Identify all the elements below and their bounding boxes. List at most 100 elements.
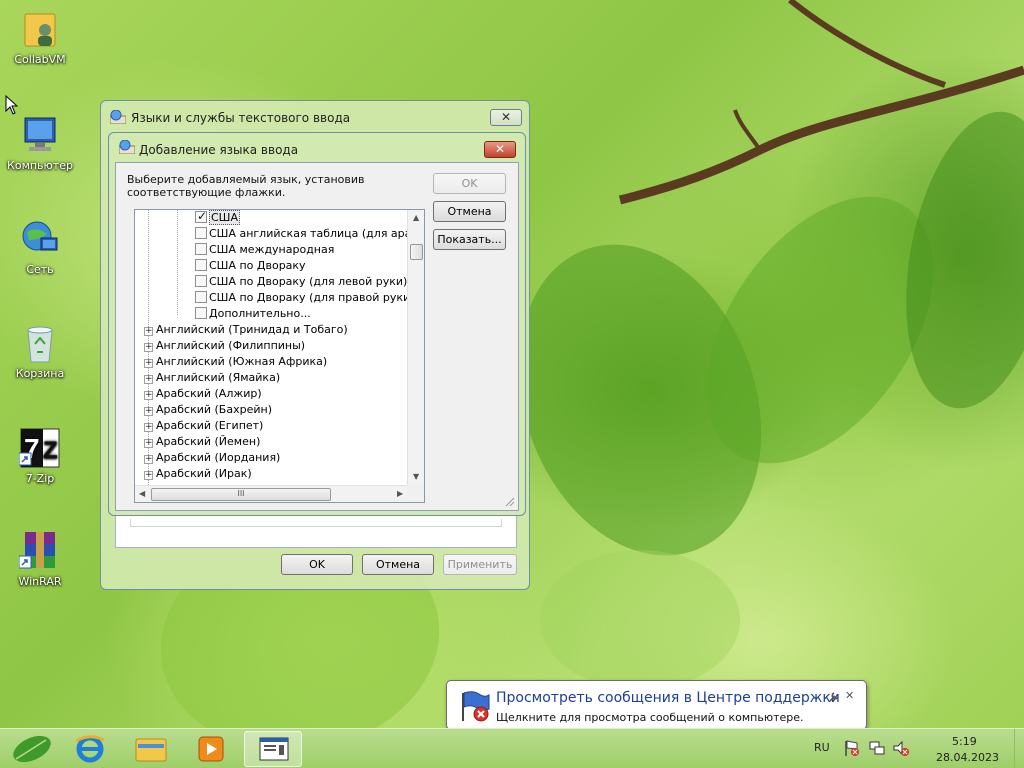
expand-icon[interactable]: + (144, 391, 153, 400)
clock-time[interactable]: 5:19 (952, 735, 977, 748)
input-language-indicator[interactable]: RU (814, 741, 830, 754)
language-label: Английский (Тринидад и Тобаго) (156, 323, 348, 336)
text-services-cancel-button[interactable]: Отмена (362, 554, 434, 575)
scroll-right-icon[interactable]: ▶ (397, 489, 403, 498)
taskbar-language-settings-window[interactable] (244, 731, 302, 767)
desktop-icon-label: Корзина (15, 367, 65, 380)
expand-icon[interactable]: + (144, 471, 153, 480)
instruction-text: Выберите добавляемый язык, установив соо… (127, 173, 365, 199)
layout-checkbox[interactable] (195, 243, 207, 255)
language-item[interactable]: + Арабский (Алжир) (144, 386, 262, 402)
horizontal-scroll-thumb[interactable]: III (151, 488, 331, 501)
desktop-icon-label: Сеть (26, 263, 54, 276)
taskbar-file-explorer[interactable] (122, 731, 180, 767)
language-item[interactable]: + Арабский (Йемен) (144, 434, 260, 450)
language-item[interactable]: + Арабский (Ирак) (144, 466, 252, 482)
tree-horizontal-scrollbar[interactable]: ◀ III ▶ (135, 485, 409, 502)
add-input-language-close-button[interactable]: ✕ (484, 141, 516, 158)
user-folder-icon (19, 8, 61, 50)
layout-item[interactable]: США по Двораку (для левой руки) (195, 274, 407, 290)
media-player-icon (198, 736, 224, 762)
expand-icon[interactable]: + (144, 407, 153, 416)
taskbar-media-player[interactable] (182, 731, 240, 767)
text-services-ok-button[interactable]: OK (281, 554, 353, 575)
tree-vertical-scrollbar[interactable]: ▲ ▼ (407, 210, 424, 487)
add-language-ok-button[interactable]: OK (433, 173, 506, 194)
add-language-cancel-button[interactable]: Отмена (433, 201, 506, 222)
expand-icon[interactable]: + (144, 327, 153, 336)
scroll-up-icon[interactable]: ▲ (413, 213, 419, 222)
desktop-icon-label: WinRAR (18, 575, 62, 588)
language-item[interactable]: + Арабский (Бахрейн) (144, 402, 272, 418)
expand-icon[interactable]: + (144, 439, 153, 448)
layout-item[interactable]: Дополнительно... (195, 306, 311, 322)
language-item[interactable]: + Английский (Филиппины) (144, 338, 305, 354)
layout-item[interactable]: США по Двораку (195, 258, 306, 274)
balloon-close-icon[interactable]: ✕ (845, 689, 854, 702)
wrench-icon[interactable] (828, 691, 840, 703)
network-tray-icon[interactable] (868, 739, 886, 757)
desktop-icon-label: Компьютер (7, 159, 73, 172)
layout-checkbox[interactable] (195, 291, 207, 303)
expand-icon[interactable]: + (144, 455, 153, 464)
language-item[interactable]: + Английский (Тринидад и Тобаго) (144, 322, 348, 338)
add-input-language-client: Выберите добавляемый язык, установив соо… (115, 162, 519, 511)
scroll-down-icon[interactable]: ▼ (413, 472, 419, 481)
desktop-icon-network[interactable]: Сеть (0, 218, 80, 276)
desktop-icon-computer[interactable]: Компьютер (0, 114, 80, 172)
layout-checkbox[interactable] (195, 210, 207, 224)
add-language-show-button[interactable]: Показать... (433, 229, 506, 250)
network-globe-icon (19, 218, 61, 260)
desktop-icon-recycle-bin[interactable]: Корзина (0, 322, 80, 380)
language-label: Арабский (Йемен) (156, 435, 261, 448)
text-services-apply-button[interactable]: Применить (443, 554, 517, 575)
language-item[interactable]: + Английский (Ямайка) (144, 370, 280, 386)
layout-item[interactable]: США английская таблица (для арабских (195, 226, 424, 242)
layout-checkbox[interactable] (195, 275, 207, 287)
clock-date[interactable]: 28.04.2023 (936, 751, 999, 764)
expand-icon[interactable]: + (144, 359, 153, 368)
text-services-close-button[interactable]: ✕ (490, 109, 522, 126)
language-label: Арабский (Египет) (156, 419, 264, 432)
desktop-icon-7zip[interactable]: 7Z 7-Zip (0, 427, 80, 485)
start-button[interactable] (2, 731, 60, 767)
scrollbar-corner (407, 485, 424, 502)
language-item[interactable]: + Арабский (Египет) (144, 418, 263, 434)
scroll-left-icon[interactable]: ◀ (139, 489, 145, 498)
volume-muted-tray-icon[interactable] (892, 739, 910, 757)
action-center-tray-icon[interactable] (843, 739, 861, 757)
show-desktop-button[interactable] (1014, 729, 1024, 768)
layout-checkbox[interactable] (195, 307, 207, 319)
layout-label: США международная (209, 243, 335, 256)
layout-item-usa[interactable]: США (195, 210, 240, 226)
text-services-titlebar[interactable]: Языки и службы текстового ввода ✕ (101, 101, 529, 131)
internet-explorer-icon (75, 735, 105, 763)
resize-grip-icon[interactable] (505, 497, 515, 507)
layout-item[interactable]: США международная (195, 242, 334, 258)
desktop-icon-winrar[interactable]: WinRAR (0, 530, 80, 588)
layout-item[interactable]: США по Двораку (для правой руки) (195, 290, 414, 306)
winrar-icon (18, 530, 61, 572)
desktop-icon-label: CollabVM (14, 53, 66, 66)
layout-checkbox[interactable] (195, 259, 207, 271)
language-label: Арабский (Бахрейн) (156, 403, 272, 416)
expand-icon[interactable]: + (144, 343, 153, 352)
layout-label: Дополнительно... (209, 307, 311, 320)
expand-icon[interactable]: + (144, 375, 153, 384)
layout-checkbox[interactable] (195, 227, 207, 239)
vertical-scroll-thumb[interactable] (410, 244, 423, 260)
taskbar: RU 5:19 28.04.2023 (0, 728, 1024, 768)
taskbar-internet-explorer[interactable] (62, 731, 120, 767)
action-center-balloon[interactable]: Просмотреть сообщения в Центре поддержки… (446, 680, 867, 738)
language-tree[interactable]: США США английская таблица (для арабских… (134, 209, 425, 503)
language-item[interactable]: + Английский (Южная Африка) (144, 354, 327, 370)
mouse-cursor-icon (5, 95, 19, 115)
expand-icon[interactable]: + (144, 423, 153, 432)
layout-label: США по Двораку (для правой руки) (209, 291, 415, 304)
desktop-icon-collabvm[interactable]: CollabVM (0, 8, 80, 66)
action-center-flag-icon (462, 691, 490, 722)
language-item[interactable]: + Арабский (Иордания) (144, 450, 280, 466)
layout-label: США по Двораку (209, 259, 306, 272)
add-input-language-dialog[interactable]: Добавление языка ввода ✕ Выберите добавл… (108, 132, 526, 516)
balloon-title[interactable]: Просмотреть сообщения в Центре поддержки (496, 690, 840, 706)
